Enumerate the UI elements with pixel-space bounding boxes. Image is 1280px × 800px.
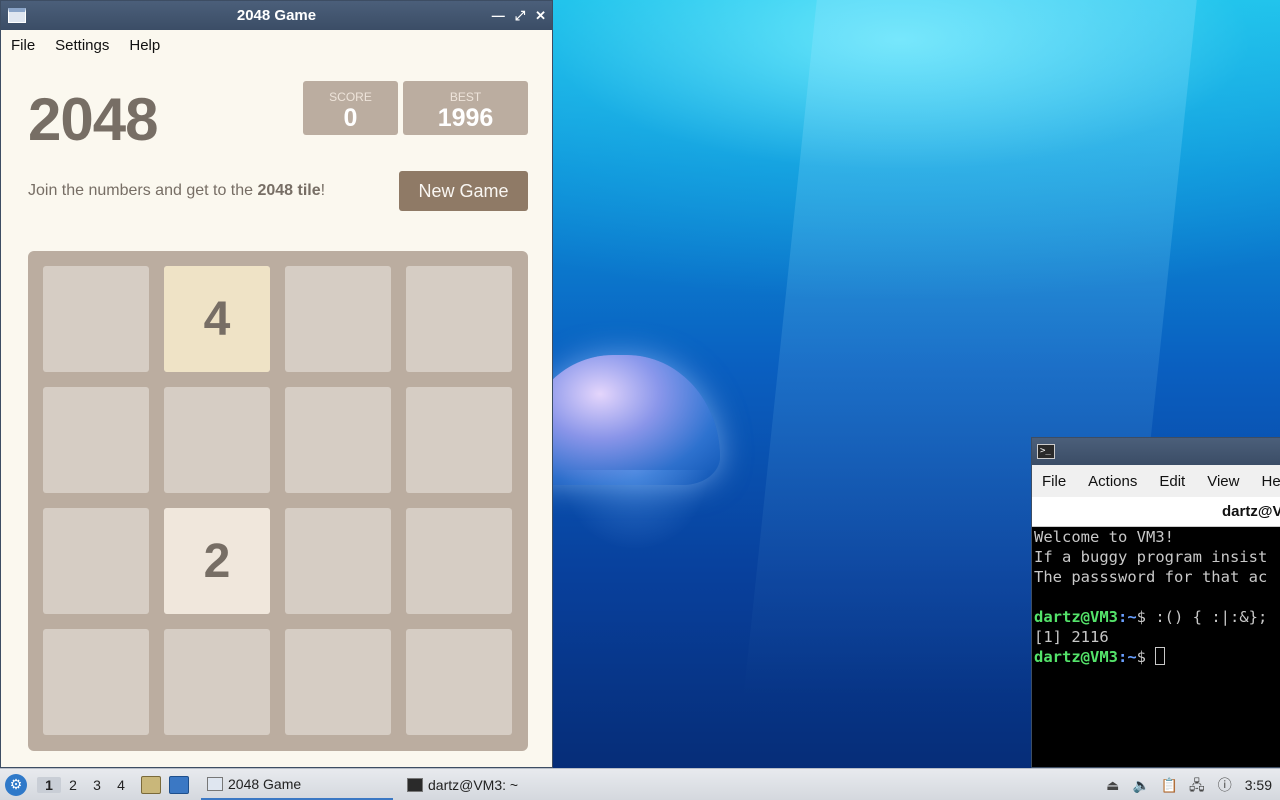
task-label: dartz@VM3: ~	[428, 776, 519, 793]
terminal-menu-help[interactable]: Hel	[1261, 473, 1280, 490]
terminal-window: >_ File Actions Edit View Hel dartz@V We…	[1031, 437, 1280, 768]
minimize-icon[interactable]: —	[492, 8, 505, 23]
board-cell	[406, 508, 512, 614]
score-label: SCORE	[329, 90, 372, 104]
score-value: 0	[343, 104, 358, 132]
board-cell	[43, 629, 149, 735]
volume-icon[interactable]: 🔈	[1133, 777, 1150, 793]
jellyfish-tentacles	[560, 470, 710, 550]
game-heading: 2048	[28, 86, 158, 153]
job-line: [1] 2116	[1034, 628, 1109, 646]
best-value: 1996	[437, 104, 494, 132]
board-cell	[43, 508, 149, 614]
best-box: BEST 1996	[403, 81, 528, 135]
intro-bold: 2048 tile	[257, 182, 321, 199]
best-label: BEST	[449, 90, 482, 104]
board-cell	[285, 629, 391, 735]
workspace-4[interactable]: 4	[109, 777, 133, 793]
board-cell	[406, 629, 512, 735]
tile-2: 2	[164, 508, 270, 614]
start-menu-icon[interactable]: ⚙	[5, 773, 27, 796]
terminal-prompt-line: dartz@VM3:~$ :() { :|:&};	[1034, 607, 1280, 627]
terminal-icon: >_	[1037, 444, 1055, 459]
terminal-output[interactable]: Welcome to VM3! If a buggy program insist…	[1032, 527, 1280, 667]
maximize-icon[interactable]: ⤢	[515, 8, 525, 24]
window-title: 2048 Game	[236, 7, 317, 24]
terminal-icon	[407, 777, 423, 792]
menu-help[interactable]: Help	[129, 37, 160, 54]
file-manager-icon[interactable]	[141, 775, 161, 794]
prompt-command: $	[1136, 648, 1156, 666]
game-window: 2048 Game — ⤢ ✕ File Settings Help 2048 …	[0, 0, 553, 768]
prompt-path: :~	[1118, 608, 1137, 626]
board-cell	[285, 266, 391, 372]
notification-icon[interactable]: ⓘ	[1217, 777, 1233, 793]
intro-prefix: Join the numbers and get to the	[28, 182, 258, 199]
workspace-1[interactable]: 1	[37, 776, 61, 793]
network-icon[interactable]: 🖧	[1189, 777, 1205, 793]
task-label: 2048 Game	[228, 775, 302, 792]
window-icon	[207, 776, 223, 791]
workspace-2[interactable]: 2	[61, 777, 85, 793]
eject-icon[interactable]: ⏏	[1105, 777, 1121, 793]
show-desktop-icon[interactable]	[169, 775, 189, 794]
workspace-3[interactable]: 3	[85, 777, 109, 793]
game-board[interactable]: 42	[28, 251, 528, 751]
terminal-menu-edit[interactable]: Edit	[1159, 473, 1185, 490]
intro-suffix: !	[320, 182, 326, 199]
terminal-titlebar[interactable]: >_	[1032, 438, 1280, 465]
terminal-tab[interactable]: dartz@V	[1032, 497, 1280, 527]
terminal-line: ​	[1034, 587, 1280, 607]
terminal-line: The passsword for that ac	[1034, 568, 1268, 586]
system-tray: ⏏ 🔈 📋 🖧 ⓘ 3:59	[1105, 769, 1280, 800]
board-cell	[43, 387, 149, 493]
close-icon[interactable]: ✕	[535, 8, 546, 24]
board-cell	[285, 508, 391, 614]
new-game-button[interactable]: New Game	[399, 171, 528, 211]
terminal-prompt-line: dartz@VM3:~$	[1034, 647, 1280, 667]
game-menubar: File Settings Help	[1, 30, 552, 61]
intro-text: Join the numbers and get to the 2048 til…	[28, 182, 325, 200]
board-cell	[406, 266, 512, 372]
board-cell	[285, 387, 391, 493]
terminal-menu-view[interactable]: View	[1207, 473, 1239, 490]
terminal-menu-file[interactable]: File	[1042, 473, 1066, 490]
terminal-line: Welcome to VM3!	[1034, 528, 1174, 546]
game-window-titlebar[interactable]: 2048 Game — ⤢ ✕	[1, 1, 552, 30]
board-cell	[164, 629, 270, 735]
board-cell	[164, 387, 270, 493]
prompt-user: dartz@VM3	[1034, 648, 1118, 666]
terminal-menu-actions[interactable]: Actions	[1088, 473, 1137, 490]
menu-file[interactable]: File	[11, 37, 35, 54]
task-2048-game[interactable]: 2048 Game	[201, 770, 393, 800]
terminal-line: If a buggy program insist	[1034, 548, 1268, 566]
task-terminal[interactable]: dartz@VM3: ~	[401, 770, 593, 800]
menu-settings[interactable]: Settings	[55, 37, 109, 54]
board-cell	[406, 387, 512, 493]
clock[interactable]: 3:59	[1245, 777, 1272, 793]
board-cell	[43, 266, 149, 372]
terminal-menubar: File Actions Edit View Hel	[1032, 465, 1280, 497]
terminal-cursor	[1155, 647, 1166, 665]
app-window-icon	[8, 8, 26, 23]
prompt-path: :~	[1118, 648, 1137, 666]
score-box: SCORE 0	[303, 81, 398, 135]
taskbar: ⚙ 1 2 3 4 2048 Game dartz@VM3: ~ ⏏ 🔈 📋 🖧…	[0, 768, 1280, 800]
tile-4: 4	[164, 266, 270, 372]
prompt-user: dartz@VM3	[1034, 608, 1118, 626]
prompt-command: $ :() { :|:&};	[1136, 608, 1268, 626]
clipboard-icon[interactable]: 📋	[1161, 777, 1178, 793]
